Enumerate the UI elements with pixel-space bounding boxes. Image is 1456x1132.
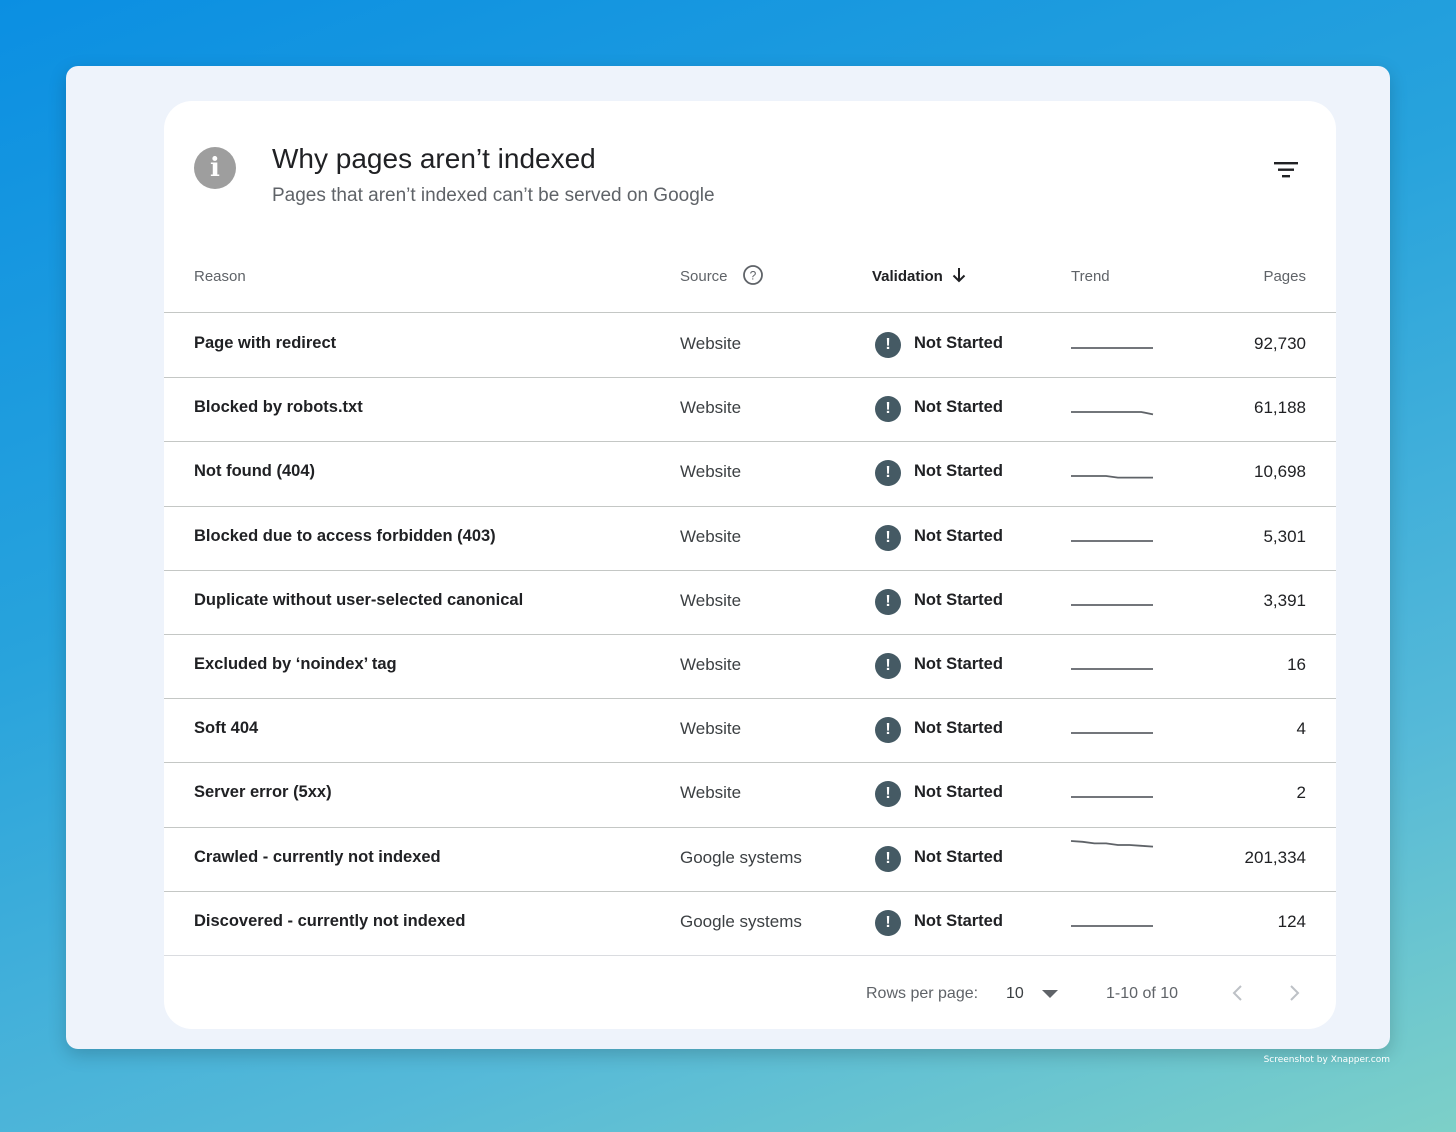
reason-cell: Server error (5xx) [194,783,332,802]
pages-cell: 92,730 [1254,334,1306,353]
svg-text:?: ? [750,269,757,283]
validation-status: Not Started [914,654,1003,673]
source-cell: Website [680,783,742,803]
source-cell: Website [680,526,742,546]
alert-icon: ! [875,909,901,936]
column-source[interactable]: Source [680,268,728,285]
alert-icon: ! [875,588,901,615]
table-row[interactable]: Soft 404 Website! Not Started 4 [164,699,1336,764]
pages-cell: 16 [1287,654,1306,674]
trend-sparkline [1070,839,1154,847]
alert-icon: ! [875,524,901,551]
trend-sparkline [1071,796,1153,799]
reason-cell: Not found (404) [194,462,315,481]
trend-sparkline [1071,732,1153,735]
screenshot-credit: Screenshot by Xnapper.com [1263,1055,1390,1065]
card-title: Why pages aren’t indexed [272,143,596,174]
pages-cell: 3,391 [1263,590,1306,610]
source-cell: Website [680,334,742,353]
chevron-down-icon[interactable] [1042,990,1058,998]
validation-status: Not Started [914,783,1003,802]
alert-icon: ! [875,845,901,872]
source-cell: Website [680,462,742,482]
table-row[interactable]: Server error (5xx) Website! Not Started 2 [164,763,1336,828]
column-trend: Trend [1071,268,1110,285]
reason-cell: Excluded by ‘noindex’ tag [194,654,397,673]
source-cell: Google systems [680,847,802,867]
pages-cell: 4 [1296,719,1306,739]
reason-cell: Page with redirect [194,334,337,352]
source-cell: Website [680,654,742,674]
table-row[interactable]: Excluded by ‘noindex’ tag Website! Not Sta… [164,635,1336,700]
validation-status: Not Started [914,334,1003,352]
pages-cell: 201,334 [1244,847,1306,867]
pages-cell: 10,698 [1254,462,1306,482]
info-icon: i [194,147,236,189]
source-cell: Website [680,590,742,610]
pagination: Rows per page: 10 1-10 of 10 [164,961,1336,1021]
column-pages[interactable]: Pages [1263,268,1306,285]
trend-sparkline [1071,539,1153,542]
pages-cell: 124 [1277,911,1306,931]
alert-icon: ! [875,460,901,487]
reason-cell: Blocked by robots.txt [194,398,363,417]
table-row[interactable]: Page with redirect Website! Not Started 92,… [164,314,1336,379]
trend-line [1070,839,1154,847]
reason-cell: Blocked due to access forbidden (403) [194,526,496,545]
trend-sparkline [1071,603,1153,606]
validation-status: Not Started [914,847,1003,866]
page-range: 1-10 of 10 [1106,985,1179,1002]
validation-status: Not Started [914,590,1003,609]
table-row[interactable]: Blocked by robots.txt Website! Not Started… [164,378,1336,443]
pages-cell: 2 [1296,783,1306,803]
arrow-down-icon[interactable] [950,266,968,284]
indexing-card: i Why pages aren’t indexed Pages that ar… [164,101,1336,1029]
source-cell: Website [680,719,742,739]
trend-sparkline [1071,411,1154,416]
chevron-left-icon[interactable] [1228,981,1248,1005]
table-row[interactable]: Discovered - currently not indexed Google… [164,892,1336,956]
source-cell: Website [680,398,742,418]
source-cell: Google systems [680,911,802,931]
validation-status: Not Started [914,719,1003,738]
card-subtitle: Pages that aren’t indexed can’t be serve… [272,185,715,206]
table-body: Page with redirect Website! Not Started 92,… [164,314,1336,956]
rows-per-page-label: Rows per page: [866,985,979,1002]
alert-icon: ! [875,652,901,679]
trend-line [1071,475,1153,479]
alert-icon: ! [875,781,901,808]
reason-cell: Crawled - currently not indexed [194,847,441,866]
pages-cell: 5,301 [1263,526,1306,546]
trend-sparkline [1071,475,1153,479]
table-row[interactable]: Blocked due to access forbidden (403) Web… [164,507,1336,571]
alert-icon: ! [875,717,901,744]
trend-sparkline [1071,668,1153,670]
validation-status: Not Started [914,398,1003,417]
window-frame: i Why pages aren’t indexed Pages that ar… [66,66,1390,1049]
table-row[interactable]: Duplicate without user-selected canonica… [164,571,1336,635]
validation-status: Not Started [914,526,1003,545]
chevron-right-icon[interactable] [1284,981,1304,1005]
table-row[interactable]: Not found (404) Website! Not Started 10,698 [164,442,1336,507]
table-header: Reason Source ? Validation Trend Pages [164,251,1336,313]
pages-cell: 61,188 [1254,398,1306,418]
column-reason[interactable]: Reason [194,268,246,285]
reason-cell: Duplicate without user-selected canonica… [194,590,524,609]
rows-per-page-select[interactable]: 10 [1006,985,1024,1003]
reason-cell: Soft 404 [194,719,259,738]
table-row[interactable]: Crawled - currently not indexed Google sy… [164,828,1336,892]
trend-sparkline [1071,924,1153,927]
reason-cell: Discovered - currently not indexed [194,911,466,930]
trend-sparkline [1071,347,1153,349]
alert-icon: ! [875,332,901,358]
help-icon[interactable]: ? [742,264,764,286]
trend-line [1071,411,1154,416]
filter-icon[interactable] [1272,157,1304,183]
column-validation[interactable]: Validation [872,268,943,285]
validation-status: Not Started [914,462,1003,481]
alert-icon: ! [875,396,901,423]
validation-status: Not Started [914,911,1003,930]
